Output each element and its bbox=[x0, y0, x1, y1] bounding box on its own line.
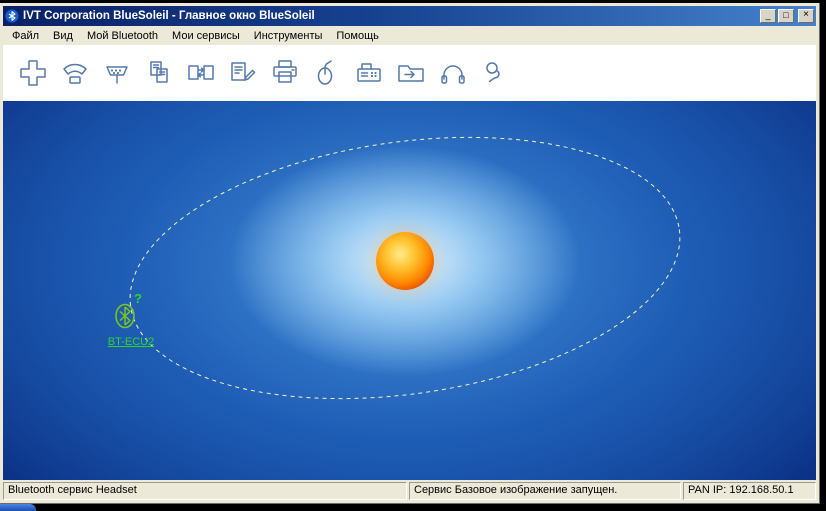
taskbar-start-fragment[interactable] bbox=[0, 504, 36, 511]
statusbar: Bluetooth сервис Headset Сервис Базовое … bbox=[3, 480, 816, 500]
menu-item-my-bluetooth[interactable]: Мой Bluetooth bbox=[80, 28, 165, 44]
service-toolbar bbox=[3, 45, 816, 101]
window-title: IVT Corporation BlueSoleil - Главное окн… bbox=[23, 10, 756, 22]
orbit-ellipse bbox=[3, 101, 816, 480]
menubar: Файл Вид Мой Bluetooth Мои сервисы Инстр… bbox=[3, 26, 816, 45]
dialup-networking-service-icon[interactable] bbox=[59, 57, 91, 89]
device-label[interactable]: BT-ECU2 bbox=[86, 336, 176, 348]
titlebar[interactable]: IVT Corporation BlueSoleil - Главное окн… bbox=[3, 6, 816, 26]
fax-service-icon[interactable] bbox=[353, 57, 385, 89]
minimize-button[interactable]: _ bbox=[760, 9, 776, 23]
printer-service-icon[interactable] bbox=[269, 57, 301, 89]
menu-item-tools[interactable]: Инструменты bbox=[247, 28, 330, 44]
status-panel-headset: Bluetooth сервис Headset bbox=[3, 482, 407, 500]
serial-port-service-icon[interactable] bbox=[101, 57, 133, 89]
orbit-view: ? BT-ECU2 bbox=[3, 101, 816, 480]
av-gateway-service-icon[interactable] bbox=[479, 57, 511, 89]
ftp-service-icon[interactable] bbox=[395, 57, 427, 89]
center-device-sun[interactable] bbox=[376, 232, 434, 290]
information-exchange-service-icon[interactable] bbox=[185, 57, 217, 89]
window-controls: _ □ × bbox=[760, 9, 814, 23]
maximize-button[interactable]: □ bbox=[778, 9, 794, 23]
menu-item-help[interactable]: Помощь bbox=[329, 28, 386, 44]
status-panel-pan-ip: PAN IP: 192.168.50.1 bbox=[683, 482, 816, 500]
menu-item-my-services[interactable]: Мои сервисы bbox=[165, 28, 247, 44]
bluetooth-app-icon bbox=[5, 9, 19, 23]
bluesoleil-window: IVT Corporation BlueSoleil - Главное окн… bbox=[0, 3, 820, 504]
hid-mouse-service-icon[interactable] bbox=[311, 57, 343, 89]
device-status-question-mark: ? bbox=[134, 291, 142, 306]
information-sync-service-icon[interactable] bbox=[227, 57, 259, 89]
menu-item-view[interactable]: Вид bbox=[46, 28, 80, 44]
file-transfer-service-icon[interactable] bbox=[143, 57, 175, 89]
menu-item-file[interactable]: Файл bbox=[5, 28, 46, 44]
close-button[interactable]: × bbox=[798, 9, 814, 23]
pan-network-service-icon[interactable] bbox=[17, 57, 49, 89]
headset-service-icon[interactable] bbox=[437, 57, 469, 89]
status-panel-imaging-service: Сервис Базовое изображение запущен. bbox=[409, 482, 681, 500]
